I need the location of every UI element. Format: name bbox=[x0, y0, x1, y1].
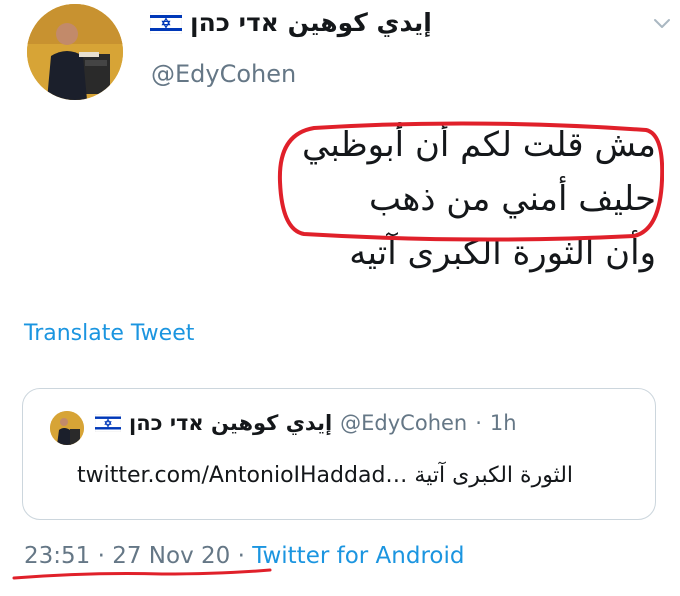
translate-tweet-link[interactable]: Translate Tweet bbox=[24, 321, 194, 346]
chevron-down-icon[interactable] bbox=[652, 14, 672, 34]
author-avatar[interactable] bbox=[27, 4, 123, 100]
quoted-author-avatar bbox=[50, 411, 84, 445]
israel-flag-icon bbox=[95, 414, 121, 432]
quoted-tweet-body: twitter.com/AntonioIHaddad… الثورة الكبر… bbox=[77, 463, 573, 488]
tweet-time[interactable]: 23:51 bbox=[24, 543, 90, 569]
tweet-line-2: حليف أمني من ذهب bbox=[369, 179, 656, 219]
tweet-source-link[interactable]: Twitter for Android bbox=[252, 543, 464, 569]
avatar-image bbox=[50, 411, 84, 445]
quoted-author-name: إيدي كوهين אדי כהן bbox=[129, 411, 333, 435]
separator-dot: · bbox=[475, 411, 482, 435]
author-handle[interactable]: @EdyCohen bbox=[151, 60, 296, 88]
israel-flag-icon bbox=[150, 11, 182, 34]
tweet-date[interactable]: 27 Nov 20 bbox=[112, 543, 230, 569]
quoted-tweet-link: twitter.com/AntonioIHaddad… bbox=[77, 463, 408, 488]
separator-dot: · bbox=[97, 543, 105, 569]
author-display-name: إيدي كوهين אדי כהן bbox=[190, 8, 432, 37]
quoted-author-handle: @EdyCohen bbox=[340, 411, 468, 435]
tweet-line-3: وأن الثورة الكبرى آتيه bbox=[349, 233, 656, 273]
tweet-text: مش قلت لكم أن أبوظبي حليف أمني من ذهب وأ… bbox=[302, 118, 656, 280]
author-name-row[interactable]: إيدي كوهين אדי כהן bbox=[150, 8, 432, 37]
avatar-image bbox=[27, 4, 123, 100]
tweet-footer: 23:51 · 27 Nov 20 · Twitter for Android bbox=[24, 543, 464, 569]
tweet-line-1: مش قلت لكم أن أبوظبي bbox=[302, 125, 656, 165]
quoted-tweet-age: 1h bbox=[489, 411, 517, 435]
quoted-tweet-header: إيدي كوهين אדי כהן @EdyCohen · 1h bbox=[95, 411, 517, 435]
quoted-tweet-text: الثورة الكبرى آتية bbox=[414, 463, 574, 488]
quoted-tweet-card[interactable]: إيدي كوهين אדי כהן @EdyCohen · 1h twitte… bbox=[22, 388, 656, 520]
separator-dot: · bbox=[237, 543, 245, 569]
